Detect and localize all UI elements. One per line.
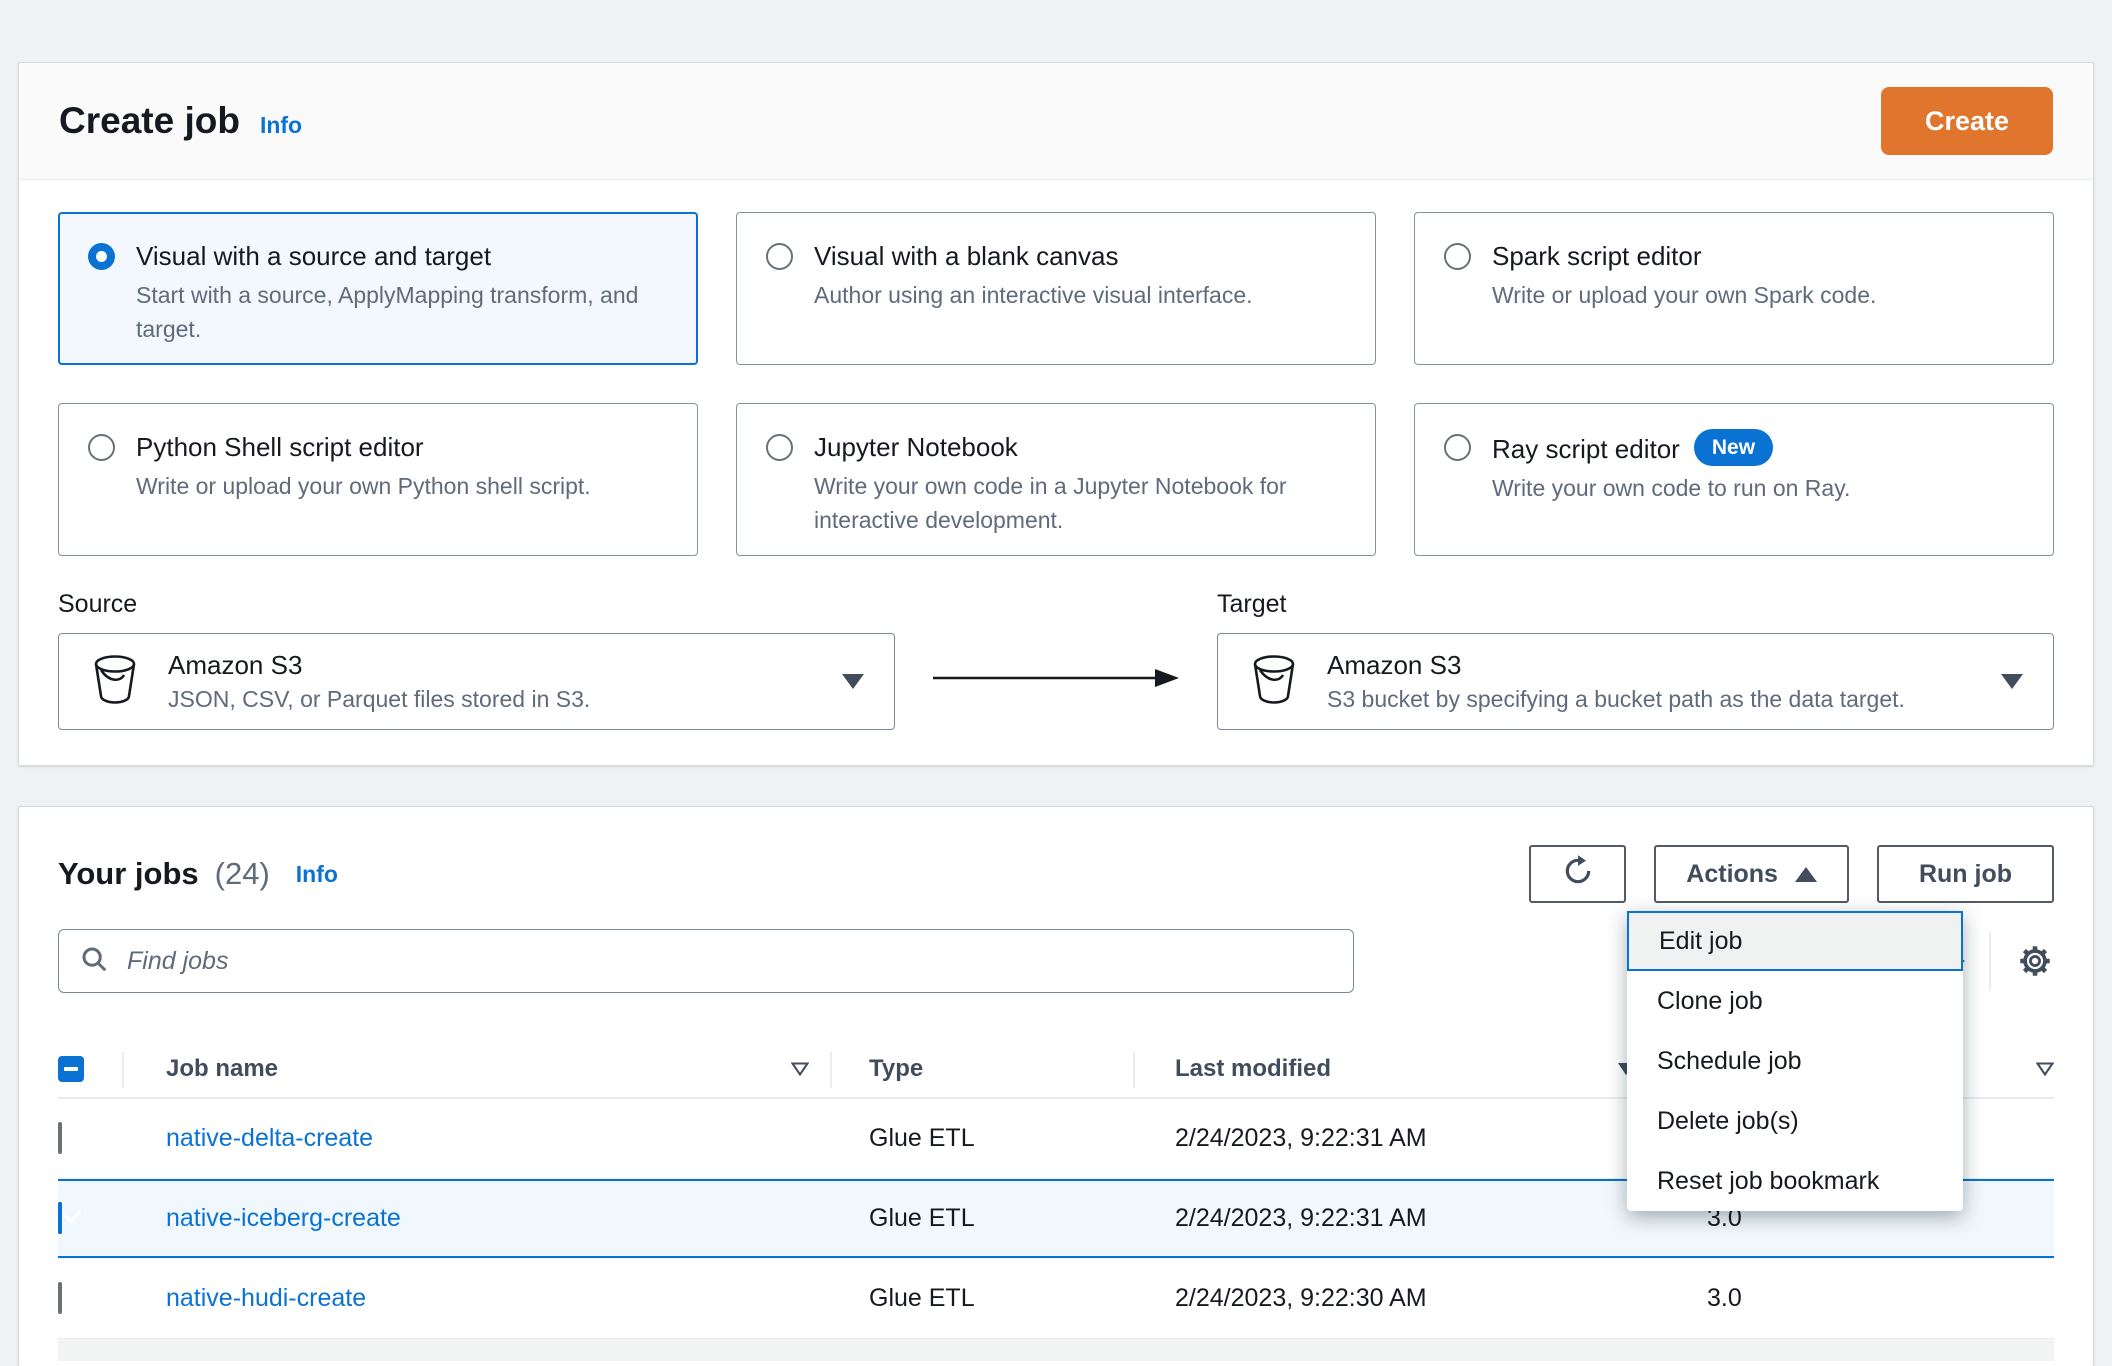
- settings-button[interactable]: [2018, 944, 2052, 978]
- row-checkbox[interactable]: [58, 1282, 62, 1314]
- option-description: Write your own code to run on Ray.: [1492, 475, 1851, 501]
- job-type: Glue ETL: [869, 1284, 975, 1312]
- option-jupyter-notebook[interactable]: Jupyter Notebook Write your own code in …: [736, 403, 1376, 556]
- job-type: Glue ETL: [869, 1204, 975, 1232]
- page-title: Create job: [59, 100, 240, 141]
- source-select[interactable]: Amazon S3 JSON, CSV, or Parquet files st…: [58, 633, 895, 730]
- source-label: Source: [58, 590, 138, 618]
- job-link[interactable]: native-iceberg-create: [166, 1204, 401, 1232]
- source-select-description: JSON, CSV, or Parquet files stored in S3…: [168, 686, 591, 712]
- new-badge: New: [1693, 429, 1774, 466]
- source-target-row: Source Amazon S3 JSON, CSV, or Parquet f…: [19, 556, 2093, 730]
- job-link[interactable]: native-delta-create: [166, 1124, 373, 1152]
- select-all-cell: [58, 1041, 122, 1097]
- search-icon: [79, 944, 109, 979]
- radio-icon[interactable]: [1444, 243, 1471, 270]
- radio-selected-icon[interactable]: [88, 243, 115, 270]
- option-ray-script-editor[interactable]: Ray script editor New Write your own code…: [1414, 403, 2054, 556]
- option-description: Write or upload your own Spark code.: [1492, 282, 1877, 308]
- source-select-title: Amazon S3: [168, 650, 303, 680]
- actions-button[interactable]: Actions: [1654, 845, 1849, 903]
- next-row-partial: [58, 1339, 2054, 1361]
- gear-icon: [2018, 946, 2052, 981]
- option-title: Spark script editor: [1492, 241, 1702, 271]
- job-glue-version: 3.0: [1707, 1284, 1742, 1312]
- create-job-info-link[interactable]: Info: [260, 112, 302, 139]
- job-last-modified: 2/24/2023, 9:22:31 AM: [1175, 1204, 1427, 1232]
- radio-icon[interactable]: [766, 434, 793, 461]
- column-header-type[interactable]: Type: [830, 1041, 1133, 1097]
- sort-icon-outline: [790, 1062, 810, 1077]
- chevron-up-icon: [1794, 866, 1817, 882]
- column-header-last-modified[interactable]: Last modified: [1133, 1041, 1641, 1097]
- radio-icon[interactable]: [88, 434, 115, 461]
- menu-item-schedule-job[interactable]: Schedule job: [1627, 1031, 1963, 1091]
- option-title: Ray script editor New: [1492, 429, 1850, 468]
- s3-bucket-icon: [89, 653, 141, 710]
- your-jobs-info-link[interactable]: Info: [296, 861, 338, 888]
- table-row: native-hudi-create Glue ETL 2/24/2023, 9…: [58, 1259, 2054, 1339]
- job-type: Glue ETL: [869, 1124, 975, 1152]
- source-to-target-arrow: [895, 665, 1217, 691]
- sort-icon-outline: [2035, 1062, 2055, 1077]
- column-header-job-name[interactable]: Job name: [122, 1041, 830, 1097]
- search-input[interactable]: [125, 945, 1333, 977]
- target-select-title: Amazon S3: [1327, 650, 1462, 680]
- row-checkbox-checked[interactable]: [58, 1202, 62, 1234]
- row-checkbox[interactable]: [58, 1122, 62, 1154]
- option-description: Start with a source, ApplyMapping transf…: [136, 282, 639, 342]
- option-title: Visual with a blank canvas: [814, 241, 1119, 271]
- option-title: Visual with a source and target: [136, 241, 492, 271]
- option-spark-script-editor[interactable]: Spark script editor Write or upload your…: [1414, 212, 2054, 365]
- option-description: Write your own code in a Jupyter Noteboo…: [814, 473, 1287, 533]
- create-button[interactable]: Create: [1880, 87, 2053, 155]
- refresh-button[interactable]: [1529, 845, 1627, 903]
- create-job-panel: Create job Info Create Visual with a sou…: [18, 62, 2094, 766]
- target-select-description: S3 bucket by specifying a bucket path as…: [1327, 686, 1905, 712]
- target-label: Target: [1217, 590, 1287, 618]
- select-all-checkbox[interactable]: [58, 1056, 84, 1082]
- job-last-modified: 2/24/2023, 9:22:31 AM: [1175, 1124, 1427, 1152]
- menu-item-delete-jobs[interactable]: Delete job(s): [1627, 1091, 1963, 1151]
- menu-item-reset-job-bookmark[interactable]: Reset job bookmark: [1627, 1151, 1963, 1211]
- menu-item-edit-job[interactable]: Edit job: [1627, 911, 1963, 971]
- actions-dropdown-menu: Edit job Clone job Schedule job Delete j…: [1627, 911, 1963, 1211]
- option-title: Jupyter Notebook: [814, 432, 1018, 462]
- refresh-icon: [1562, 854, 1594, 894]
- chevron-down-icon: [842, 674, 864, 689]
- job-link[interactable]: native-hudi-create: [166, 1284, 366, 1312]
- option-description: Author using an interactive visual inter…: [814, 282, 1253, 308]
- option-description: Write or upload your own Python shell sc…: [136, 473, 591, 499]
- radio-icon[interactable]: [766, 243, 793, 270]
- option-title: Python Shell script editor: [136, 432, 424, 462]
- your-jobs-header: Your jobs (24) Info Actions Run job: [58, 807, 2054, 903]
- job-last-modified: 2/24/2023, 9:22:30 AM: [1175, 1284, 1427, 1312]
- radio-icon[interactable]: [1444, 434, 1471, 461]
- option-visual-blank-canvas[interactable]: Visual with a blank canvas Author using …: [736, 212, 1376, 365]
- option-visual-source-target[interactable]: Visual with a source and target Start wi…: [58, 212, 698, 365]
- create-job-title-wrap: Create job Info: [59, 100, 302, 142]
- option-python-shell-editor[interactable]: Python Shell script editor Write or uplo…: [58, 403, 698, 556]
- s3-bucket-icon: [1248, 653, 1300, 710]
- menu-item-clone-job[interactable]: Clone job: [1627, 971, 1963, 1031]
- target-select[interactable]: Amazon S3 S3 bucket by specifying a buck…: [1217, 633, 2054, 730]
- divider: [1989, 932, 1991, 990]
- your-jobs-title: Your jobs: [58, 856, 199, 891]
- job-type-options: Visual with a source and target Start wi…: [19, 180, 2093, 556]
- find-jobs-search[interactable]: [58, 929, 1354, 993]
- create-job-header: Create job Info Create: [19, 63, 2093, 180]
- chevron-down-icon: [2001, 674, 2023, 689]
- run-job-button[interactable]: Run job: [1876, 845, 2054, 903]
- job-count: (24): [214, 856, 270, 891]
